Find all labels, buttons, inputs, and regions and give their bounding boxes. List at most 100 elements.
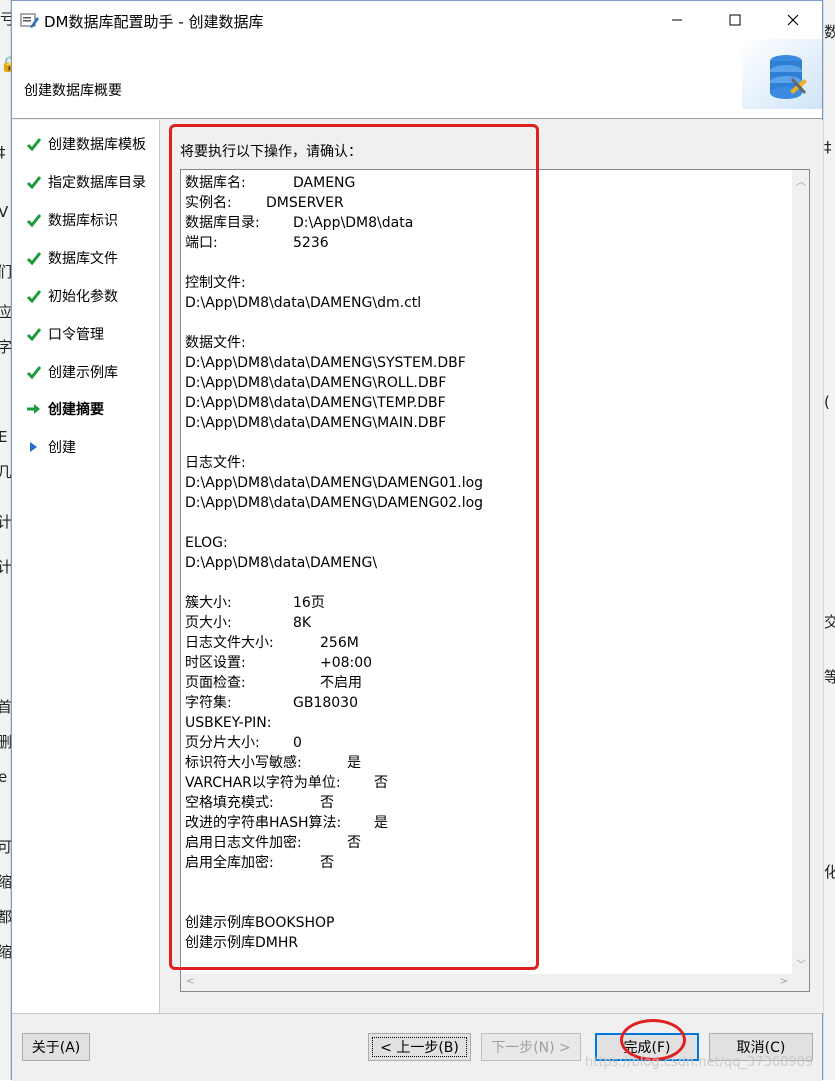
summary-line: D:\App\DM8\data\DAMENG\ROLL.DBF: [185, 375, 447, 391]
summary-line: D:\App\DM8\data\DAMENG\: [185, 555, 378, 571]
summary-line: 数据文件:: [185, 335, 246, 351]
step-label: 数据库标识: [48, 213, 118, 229]
param-value: 否: [320, 855, 334, 871]
summary-line: 创建示例库BOOKSHOP: [185, 915, 335, 931]
dialog-window: DM数据库配置助手 - 创建数据库 创建数据库概要 创建数据库模板 指定数据库目…: [11, 0, 823, 1081]
background-glyph: V: [0, 203, 9, 221]
close-button[interactable]: [764, 1, 822, 39]
summary-textbox[interactable]: 数据库名: DAMENG 实例名: DMSERVER 数据库目录: D:\App\DM…: [180, 169, 810, 992]
step-item: 创建: [26, 435, 76, 459]
param-key: 启用全库加密:: [185, 855, 274, 871]
scroll-right-icon[interactable]: >: [780, 976, 788, 987]
watermark-text: https://blog.csdn.net/qq_37368909: [585, 1055, 814, 1070]
background-glyph: 数: [824, 23, 835, 41]
summary-key: 端口:: [185, 235, 218, 251]
content-pane: 将要执行以下操作，请确认： 数据库名: DAMENG 实例名: DMSERVER 数…: [161, 120, 823, 1013]
summary-value: D:\App\DM8\data: [293, 215, 414, 231]
checkmark-icon: [26, 176, 42, 190]
background-glyph: e: [0, 768, 8, 786]
window-title: DM数据库配置助手 - 创建数据库: [44, 13, 264, 31]
background-glyph: ‡: [0, 145, 6, 160]
param-value: 否: [374, 775, 388, 791]
step-label: 创建: [48, 440, 76, 456]
summary-value: 5236: [293, 235, 329, 251]
summary-line: 日志文件:: [185, 455, 246, 471]
param-key: 启用日志文件加密:: [185, 835, 302, 851]
background-window-right: 数 ‡ ( 交 等 化: [823, 0, 835, 1080]
background-glyph: E: [0, 428, 8, 446]
scroll-up-icon[interactable]: ︿: [796, 173, 806, 188]
param-value: 不启用: [320, 675, 362, 691]
step-item: 创建数据库模板: [26, 132, 146, 156]
param-key: VARCHAR以字符为单位:: [185, 775, 341, 791]
step-item: 数据库标识: [26, 208, 118, 232]
maximize-button[interactable]: [706, 1, 764, 39]
param-key: 改进的字符串HASH算法:: [185, 815, 342, 831]
summary-line: D:\App\DM8\data\DAMENG\SYSTEM.DBF: [185, 355, 466, 371]
param-value: 否: [347, 835, 361, 851]
minimize-icon: [672, 19, 682, 21]
step-label: 数据库文件: [48, 251, 118, 267]
checkmark-icon: [26, 252, 42, 266]
param-key: 标识符大小写敏感:: [185, 755, 302, 771]
summary-line: D:\App\DM8\data\DAMENG\dm.ctl: [185, 295, 422, 311]
confirm-label: 将要执行以下操作，请确认：: [180, 144, 362, 160]
summary-key: 数据库名:: [185, 175, 246, 191]
param-key: 簇大小:: [185, 595, 232, 611]
param-key: 页分片大小:: [185, 735, 260, 751]
minimize-button[interactable]: [648, 1, 706, 39]
checkmark-icon: [26, 328, 42, 342]
summary-value: DAMENG: [293, 175, 356, 191]
step-label: 创建数据库模板: [48, 137, 146, 153]
background-window-left: 亏 🔒 ‡ V 们 应 字 E 几 计 计 首 删 e 可 缩 都 缩: [0, 0, 19, 1080]
close-icon: [787, 14, 799, 26]
checkmark-icon: [26, 366, 42, 380]
button-bar: 关于(A) < 上一步(B) 下一步(N) > 完成(F) 取消(C): [12, 1013, 822, 1081]
summary-line: D:\App\DM8\data\DAMENG\MAIN.DBF: [185, 415, 447, 431]
triangle-right-icon: [30, 442, 37, 452]
param-key: 日志文件大小:: [185, 635, 274, 651]
param-value: 是: [374, 815, 388, 831]
param-value: GB18030: [293, 695, 358, 711]
vertical-scrollbar[interactable]: ︿ ﹀: [792, 170, 809, 974]
param-key: 字符集:: [185, 695, 232, 711]
background-glyph: 等: [824, 668, 835, 686]
param-key: USBKEY-PIN:: [185, 715, 272, 731]
scroll-corner: [792, 974, 809, 991]
maximize-icon: [729, 14, 741, 26]
scroll-down-icon[interactable]: ﹀: [796, 956, 806, 971]
back-button[interactable]: < 上一步(B): [368, 1033, 471, 1061]
summary-line: 创建示例库DMHR: [185, 935, 299, 951]
param-key: 时区设置:: [185, 655, 246, 671]
summary-content: 数据库名: DAMENG 实例名: DMSERVER 数据库目录: D:\App\DM…: [185, 173, 785, 953]
background-glyph: ‡: [824, 138, 832, 156]
step-item: 口令管理: [26, 322, 104, 346]
step-label: 指定数据库目录: [48, 175, 146, 191]
background-glyph: 交: [824, 613, 835, 631]
param-value: 16页: [293, 595, 325, 611]
scroll-left-icon[interactable]: <: [186, 976, 194, 987]
background-glyph: 化: [824, 863, 835, 881]
param-value: 256M: [320, 635, 359, 651]
summary-key: 实例名:: [185, 195, 232, 211]
step-label: 创建示例库: [48, 365, 118, 381]
summary-line: D:\App\DM8\data\DAMENG\DAMENG01.log: [185, 475, 484, 491]
about-button[interactable]: 关于(A): [22, 1033, 90, 1061]
summary-line: D:\App\DM8\data\DAMENG\DAMENG02.log: [185, 495, 484, 511]
param-value: 是: [347, 755, 361, 771]
param-key: 空格填充模式:: [185, 795, 274, 811]
next-button[interactable]: 下一步(N) >: [481, 1033, 581, 1061]
checkmark-icon: [26, 138, 42, 152]
step-label: 初始化参数: [48, 289, 118, 305]
step-label: 口令管理: [48, 327, 104, 343]
param-value: 8K: [293, 615, 312, 631]
param-value: 否: [320, 795, 334, 811]
summary-line: D:\App\DM8\data\DAMENG\TEMP.DBF: [185, 395, 446, 411]
param-key: 页大小:: [185, 615, 232, 631]
param-value: +08:00: [320, 655, 373, 671]
arrow-right-icon: [27, 404, 40, 414]
param-value: 0: [293, 735, 302, 751]
step-item: 指定数据库目录: [26, 170, 146, 194]
horizontal-scrollbar[interactable]: < >: [181, 974, 793, 991]
background-glyph: (: [824, 393, 830, 411]
